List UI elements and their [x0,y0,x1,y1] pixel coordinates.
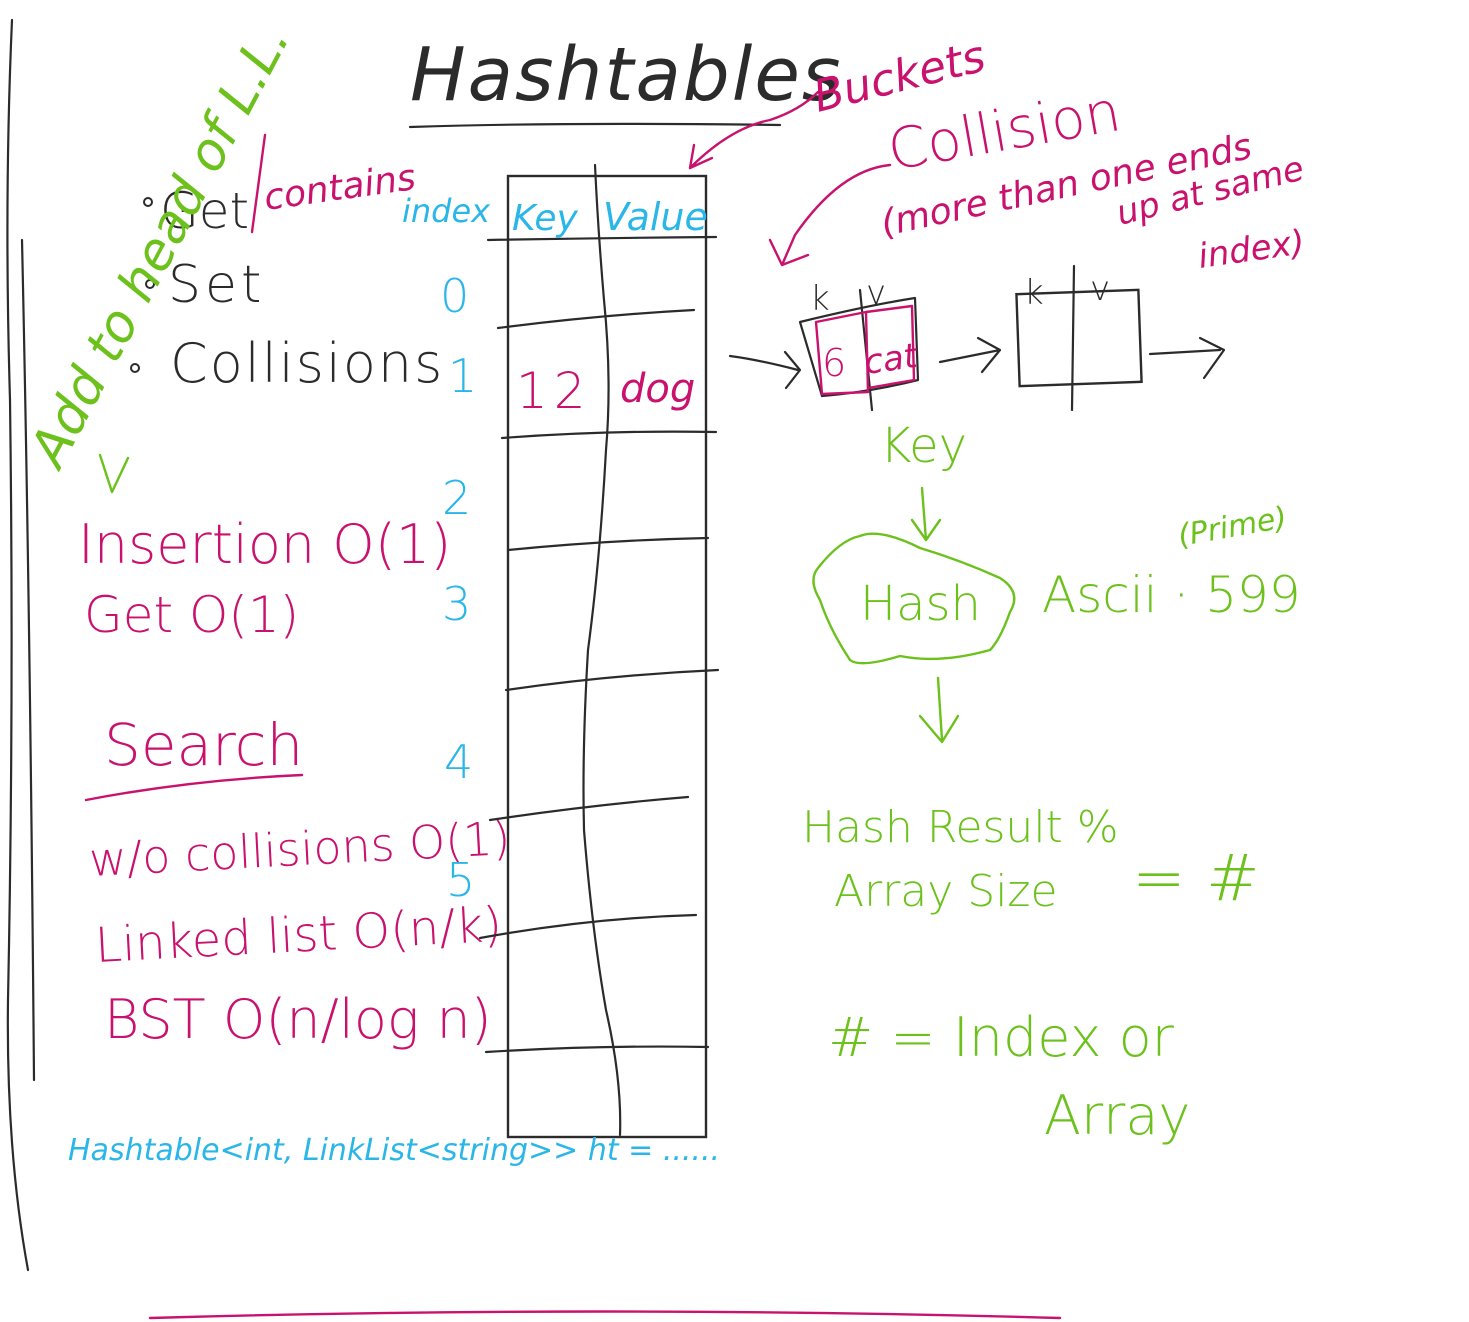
search-heading: Search [104,711,303,779]
table-value-header: Value [603,195,708,239]
get-complexity: Get O(1) [84,586,299,644]
chain-node1-key: 6 [822,341,846,385]
search-linked-list: Linked list O(n/k) [94,897,504,974]
hash-result-eq: = # [1132,842,1260,916]
left-margin-line-inner [20,238,36,1082]
chain-arrow-mid [938,336,1002,374]
table-row-line [484,1045,710,1054]
chain-arrow-out [1148,336,1226,380]
search-bst: BST O(n/log n) [104,988,492,1051]
collision-note-line3: index) [1196,222,1307,276]
table-row-line [500,430,718,440]
table-index-4: 4 [444,735,473,789]
table-key-header: Key [512,198,578,239]
hash-result-line2: Array Size [834,866,1058,917]
chain-node2-divider [1070,264,1076,412]
hash-ascii-label: Ascii · 599 [1042,566,1301,624]
table-row-line [504,668,720,692]
table-index-header: index [402,192,491,230]
hash-result-line1: Hash Result % [802,802,1119,853]
code-line: Hashtable<int, LinkList<string>> ht = ..… [68,1133,720,1168]
table-index-2: 2 [442,471,471,525]
table-row-line [488,795,690,822]
table-column-divider [582,163,622,1137]
table-row1-key: 12 [516,362,592,420]
chain-node1-value: cat [862,336,922,383]
hash-result-arrow [918,676,960,744]
table-row-line [506,536,710,552]
side-note-arrow [98,453,130,494]
table-index-1: 1 [448,349,477,403]
chain-node2-k-label: k [1024,273,1044,313]
bottom-divider [148,1310,1062,1320]
table-index-0: 0 [440,269,469,323]
hash-index-line2: Array [1044,1084,1190,1147]
title-underline [408,122,782,129]
table-row-line [478,913,698,940]
hash-key-arrow [910,486,942,542]
topic-contains: contains [262,157,419,219]
collision-arrow [768,163,892,267]
page-title: Hashtables [410,32,842,118]
hash-index-line1: # = Index or [828,1006,1175,1069]
hash-label: Hash [860,576,981,632]
side-note-add-to-head: Add to head of L.L. [17,15,302,479]
table-index-5: 5 [446,853,475,907]
table-frame [506,174,708,1139]
topic-collisions: Collisions [170,332,444,395]
table-row1-value: dog [620,366,695,412]
table-index-3: 3 [442,577,471,631]
chain-arrow-in [728,350,802,390]
table-row-line [496,308,696,330]
chain-node2-v-label: v [1090,269,1110,309]
bullet-collisions [130,363,140,373]
hash-prime-label: (Prime) [1175,500,1289,554]
left-margin-line-outer [6,18,30,1272]
chain-v-label: v [866,273,886,313]
hash-key-label: Key [880,418,967,474]
insertion-complexity: Insertion O(1) [78,513,451,576]
whiteboard-canvas: Hashtables Get contains Set Collisions A… [6,15,1308,1320]
chain-k-label: k [810,279,830,319]
